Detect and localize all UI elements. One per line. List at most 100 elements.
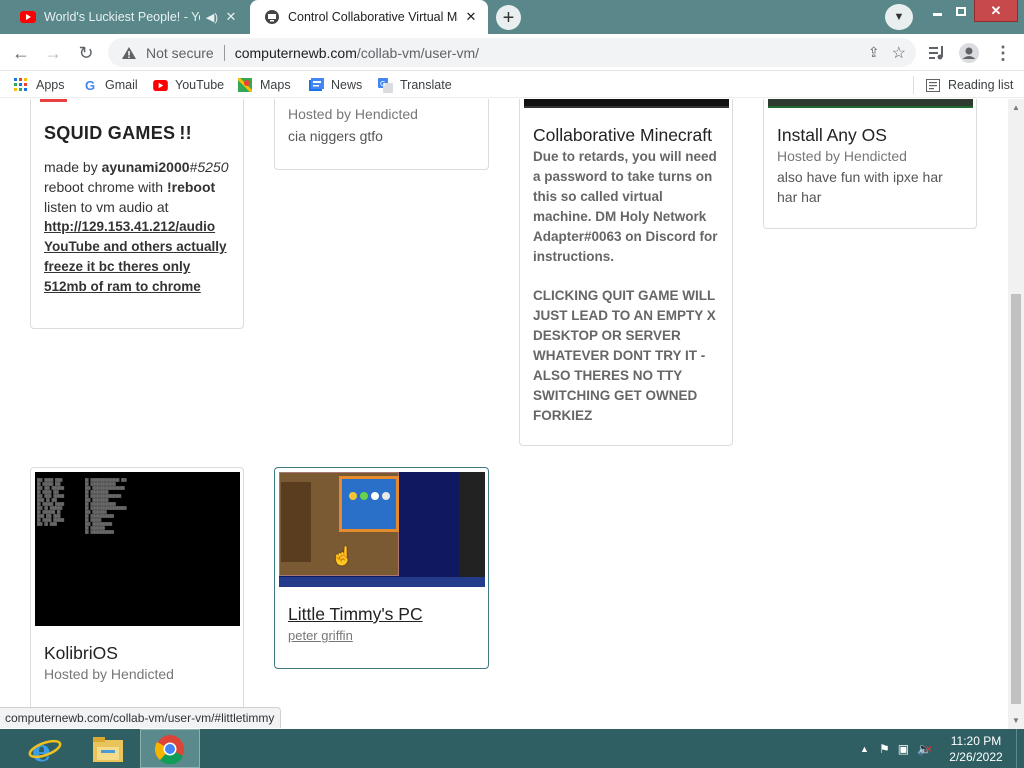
show-hidden-icons[interactable]: ▲ (860, 744, 869, 754)
audio-line: listen to vm audio at (44, 199, 169, 215)
volume-muted-icon[interactable]: 🔈 ✕ (917, 742, 933, 756)
game-sidebar (281, 482, 311, 562)
close-tab-icon[interactable]: ✕ (222, 8, 240, 26)
menu-kebab-icon[interactable]: ⋮ (990, 40, 1016, 66)
vm-thumbnail[interactable] (524, 99, 729, 108)
translate-icon: G (377, 77, 393, 93)
chrome-taskbar-button[interactable] (140, 729, 200, 768)
vm-card-install-any-os[interactable]: Install Any OS Hosted by Hendicted also … (763, 99, 977, 229)
profile-avatar-icon[interactable] (956, 40, 982, 66)
internet-explorer-icon[interactable]: e (15, 729, 75, 768)
bookmark-news[interactable]: News (308, 76, 362, 94)
reading-list-button[interactable]: Reading list (925, 76, 1013, 94)
minimize-button[interactable] (926, 0, 948, 22)
tab-search-button[interactable]: ▼ (885, 4, 913, 30)
action-center-flag-icon[interactable]: ⚑ (879, 742, 890, 756)
media-control-icon[interactable] (924, 40, 950, 66)
bookmark-label: Gmail (105, 78, 138, 92)
audio-link[interactable]: http://129.153.41.212/audio (44, 217, 233, 237)
bookmark-label: Apps (36, 78, 65, 92)
bookmark-star-icon[interactable]: ☆ (892, 43, 906, 63)
vm-host: Hosted by Hendicted (288, 106, 418, 122)
arrow-right-icon: → (44, 42, 62, 63)
vm-title[interactable]: KolibriOS (44, 643, 233, 664)
bookmark-gmail[interactable]: G Gmail (82, 76, 138, 94)
vm-host: Hosted by Hendicted (777, 148, 907, 164)
reading-list-label: Reading list (948, 78, 1014, 92)
vm-host: peter griffin (288, 628, 353, 643)
url-path: /collab-vm/user-vm/ (356, 44, 480, 61)
reload-button[interactable]: ↻ (71, 38, 101, 68)
omnibox-divider (223, 44, 225, 61)
game-item-row (349, 492, 390, 500)
vm-title[interactable]: Collaborative Minecraft (533, 125, 722, 146)
vm-thumbnail[interactable]: ☝ (279, 472, 485, 587)
scroll-down-icon[interactable]: ▼ (1012, 716, 1020, 725)
vm-thumbnail[interactable] (768, 99, 973, 108)
system-clock[interactable]: 11:20 PM 2/26/2022 (936, 733, 1016, 765)
vm-title[interactable]: SQUID GAMES!! (44, 123, 233, 144)
svg-text:G: G (380, 80, 385, 88)
bookmarks-bar: Apps G Gmail YouTube Maps News G Transla… (0, 72, 1024, 98)
vm-card-minecraft[interactable]: Collaborative Minecraft Due to retards, … (519, 99, 733, 446)
speaker-icon[interactable]: ◀) (206, 11, 218, 24)
back-button[interactable]: ← (6, 38, 36, 68)
tab-youtube[interactable]: World's Luckiest People! - Yo ◀) ✕ (6, 0, 248, 34)
vm-title[interactable]: Install Any OS (777, 125, 966, 146)
tab-title: World's Luckiest People! - Yo (44, 10, 200, 24)
bookmark-maps[interactable]: Maps (237, 76, 291, 94)
tab-strip: World's Luckiest People! - Yo ◀) ✕ Contr… (0, 0, 1024, 34)
maximize-button[interactable] (950, 0, 972, 22)
link-status-bar: computernewb.com/collab-vm/user-vm/#litt… (0, 707, 282, 728)
vm-thumbnail[interactable]: ▒▒▒ ▒▒▒▒▒ ▒▒▒▒ ▒▒ ▒▒▒▒▒▒ ▒▒▒ ▒▒▒ ▒▒▒ ▒▒▒… (35, 472, 240, 626)
minimize-icon (932, 12, 942, 16)
game-panel (339, 476, 399, 532)
system-tray: ▲ ⚑ ▣ 🔈 ✕ 11:20 PM 2/26/2022 (860, 729, 1024, 768)
vm-card-hendicted[interactable]: Hosted by Hendicted cia niggers gtfo (274, 99, 489, 170)
bookmark-label: News (331, 78, 363, 92)
new-tab-button[interactable]: + (496, 5, 521, 30)
network-icon[interactable]: ▣ (898, 742, 909, 756)
vm-description: Due to retards, you will need a password… (533, 149, 718, 264)
vm-host: Hosted by Hendicted (44, 666, 174, 682)
youtube-icon (20, 9, 36, 25)
chrome-icon (155, 734, 184, 764)
vm-title[interactable]: Little Timmy's PC (288, 604, 478, 625)
bookmark-apps[interactable]: Apps (13, 76, 65, 94)
close-window-button[interactable]: ✕ (974, 0, 1018, 22)
forward-button[interactable]: → (38, 38, 68, 68)
tab-collab-vm[interactable]: Control Collaborative Virtual Ma ✕ (250, 0, 488, 34)
browser-toolbar: ← → ↻ Not secure computernewb.com/collab… (0, 34, 1024, 71)
clock-time: 11:20 PM (950, 733, 1002, 748)
news-icon (308, 77, 324, 93)
made-by-line: made by ayunami2000#5250 (44, 159, 229, 175)
address-bar[interactable]: Not secure computernewb.com/collab-vm/us… (108, 38, 916, 67)
file-explorer-icon[interactable] (78, 729, 138, 768)
windows-taskbar: e ▲ ⚑ ▣ 🔈 ✕ 11:20 PM 2/26/2022 (0, 729, 1024, 768)
terminal-text-left: ▒▒▒ ▒▒▒▒▒ ▒▒▒▒ ▒▒ ▒▒▒▒▒▒ ▒▒▒ ▒▒▒ ▒▒▒ ▒▒▒… (37, 478, 65, 526)
reading-list-icon (925, 77, 941, 93)
show-desktop-button[interactable] (1016, 729, 1024, 768)
security-label[interactable]: Not secure (146, 45, 214, 61)
bookmark-youtube[interactable]: YouTube (152, 76, 224, 94)
close-tab-icon[interactable]: ✕ (462, 8, 480, 26)
warning-icon[interactable] (120, 46, 138, 60)
clock-date: 2/26/2022 (949, 749, 1003, 764)
chevron-down-icon: ▼ (893, 11, 905, 23)
ram-warning: YouTube and others actually freeze it bc… (44, 239, 227, 294)
reboot-line: reboot chrome with !reboot (44, 179, 216, 195)
page-scrollbar[interactable]: ▲ ▼ (1008, 99, 1024, 729)
vm-card-squid-games[interactable]: SQUID GAMES!! made by ayunami2000#5250 r… (30, 99, 244, 329)
scrollbar-thumb[interactable] (1011, 294, 1021, 704)
bookmark-label: Translate (400, 78, 452, 92)
bookmark-label: YouTube (175, 78, 225, 92)
vm-card-kolibrios[interactable]: ▒▒▒ ▒▒▒▒▒ ▒▒▒▒ ▒▒ ▒▒▒▒▒▒ ▒▒▒ ▒▒▒ ▒▒▒ ▒▒▒… (30, 467, 244, 717)
share-icon[interactable]: ⇪ (868, 44, 880, 61)
vm-card-little-timmy[interactable]: ☝ Little Timmy's PC peter griffin (274, 467, 489, 669)
game-taskbar (279, 577, 485, 587)
terminal-text-right: ▒▒ ▒▒▒▒▒▒▒▒▒▒▒▒▒▒▒▒ ▒▒▒ ▒▒ ▒▒▒▒▒▒▒▒▒▒▒▒▒… (85, 478, 127, 534)
red-accent-bar (40, 99, 67, 102)
bookmark-translate[interactable]: G Translate (377, 76, 452, 94)
scroll-up-icon[interactable]: ▲ (1012, 103, 1020, 112)
url-text[interactable]: computernewb.com/collab-vm/user-vm/ (235, 45, 479, 61)
